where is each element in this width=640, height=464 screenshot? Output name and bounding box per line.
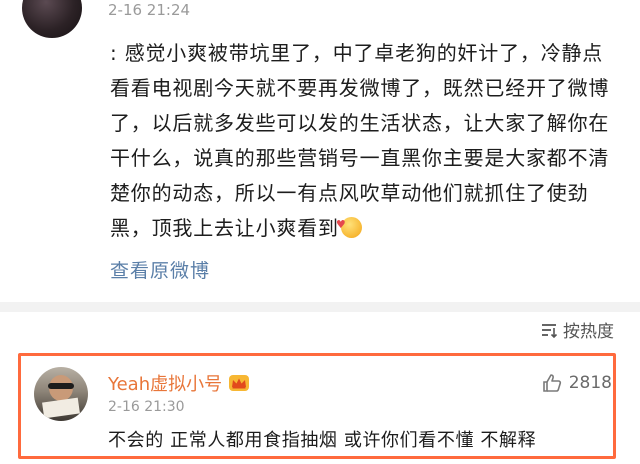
top-comment-time: 2-16 21:24 bbox=[108, 1, 191, 19]
blushing-face-emoji-icon bbox=[336, 207, 362, 242]
avatar-glasses bbox=[48, 383, 74, 389]
reply-username[interactable]: Yeah虚拟小号 bbox=[108, 370, 250, 396]
reply-text: 不会的 正常人都用食指抽烟 或许你们看不懂 不解释 bbox=[108, 430, 537, 451]
sort-label: 按热度 bbox=[563, 322, 614, 342]
section-divider bbox=[0, 302, 640, 312]
reply-username-label: Yeah虚拟小号 bbox=[108, 374, 223, 395]
thumbs-up-icon bbox=[541, 372, 563, 394]
top-comment-avatar[interactable] bbox=[22, 0, 82, 38]
crown-icon bbox=[228, 374, 250, 392]
view-original-weibo-link[interactable]: 查看原微博 bbox=[110, 256, 210, 283]
avatar-card bbox=[42, 397, 80, 419]
like-button[interactable]: 2818 bbox=[541, 372, 612, 394]
sort-icon bbox=[539, 320, 559, 340]
top-comment-text-body: : 感觉小爽被带坑里了，中了卓老狗的奸计了，冷静点看看电视剧今天就不要再发微博了… bbox=[110, 41, 610, 240]
top-comment-text: : 感觉小爽被带坑里了，中了卓老狗的奸计了，冷静点看看电视剧今天就不要再发微博了… bbox=[110, 36, 622, 246]
sort-by-popularity-button[interactable]: 按热度 bbox=[539, 317, 614, 342]
like-count: 2818 bbox=[568, 373, 612, 393]
reply-time: 2-16 21:30 bbox=[108, 399, 185, 415]
reply-user-avatar[interactable] bbox=[34, 367, 88, 421]
